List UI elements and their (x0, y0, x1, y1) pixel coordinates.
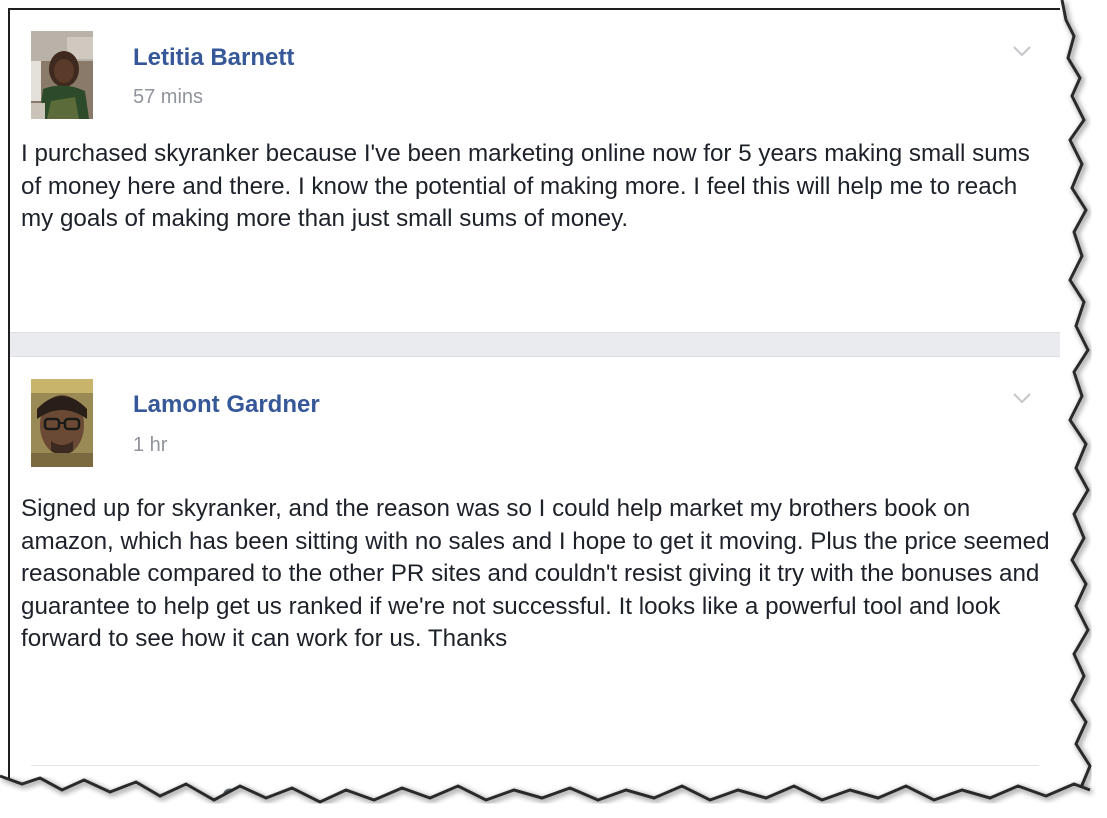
torn-edge-effect (0, 0, 1107, 818)
screenshot-canvas: Letitia Barnett 57 mins I purchased skyr… (0, 0, 1107, 818)
